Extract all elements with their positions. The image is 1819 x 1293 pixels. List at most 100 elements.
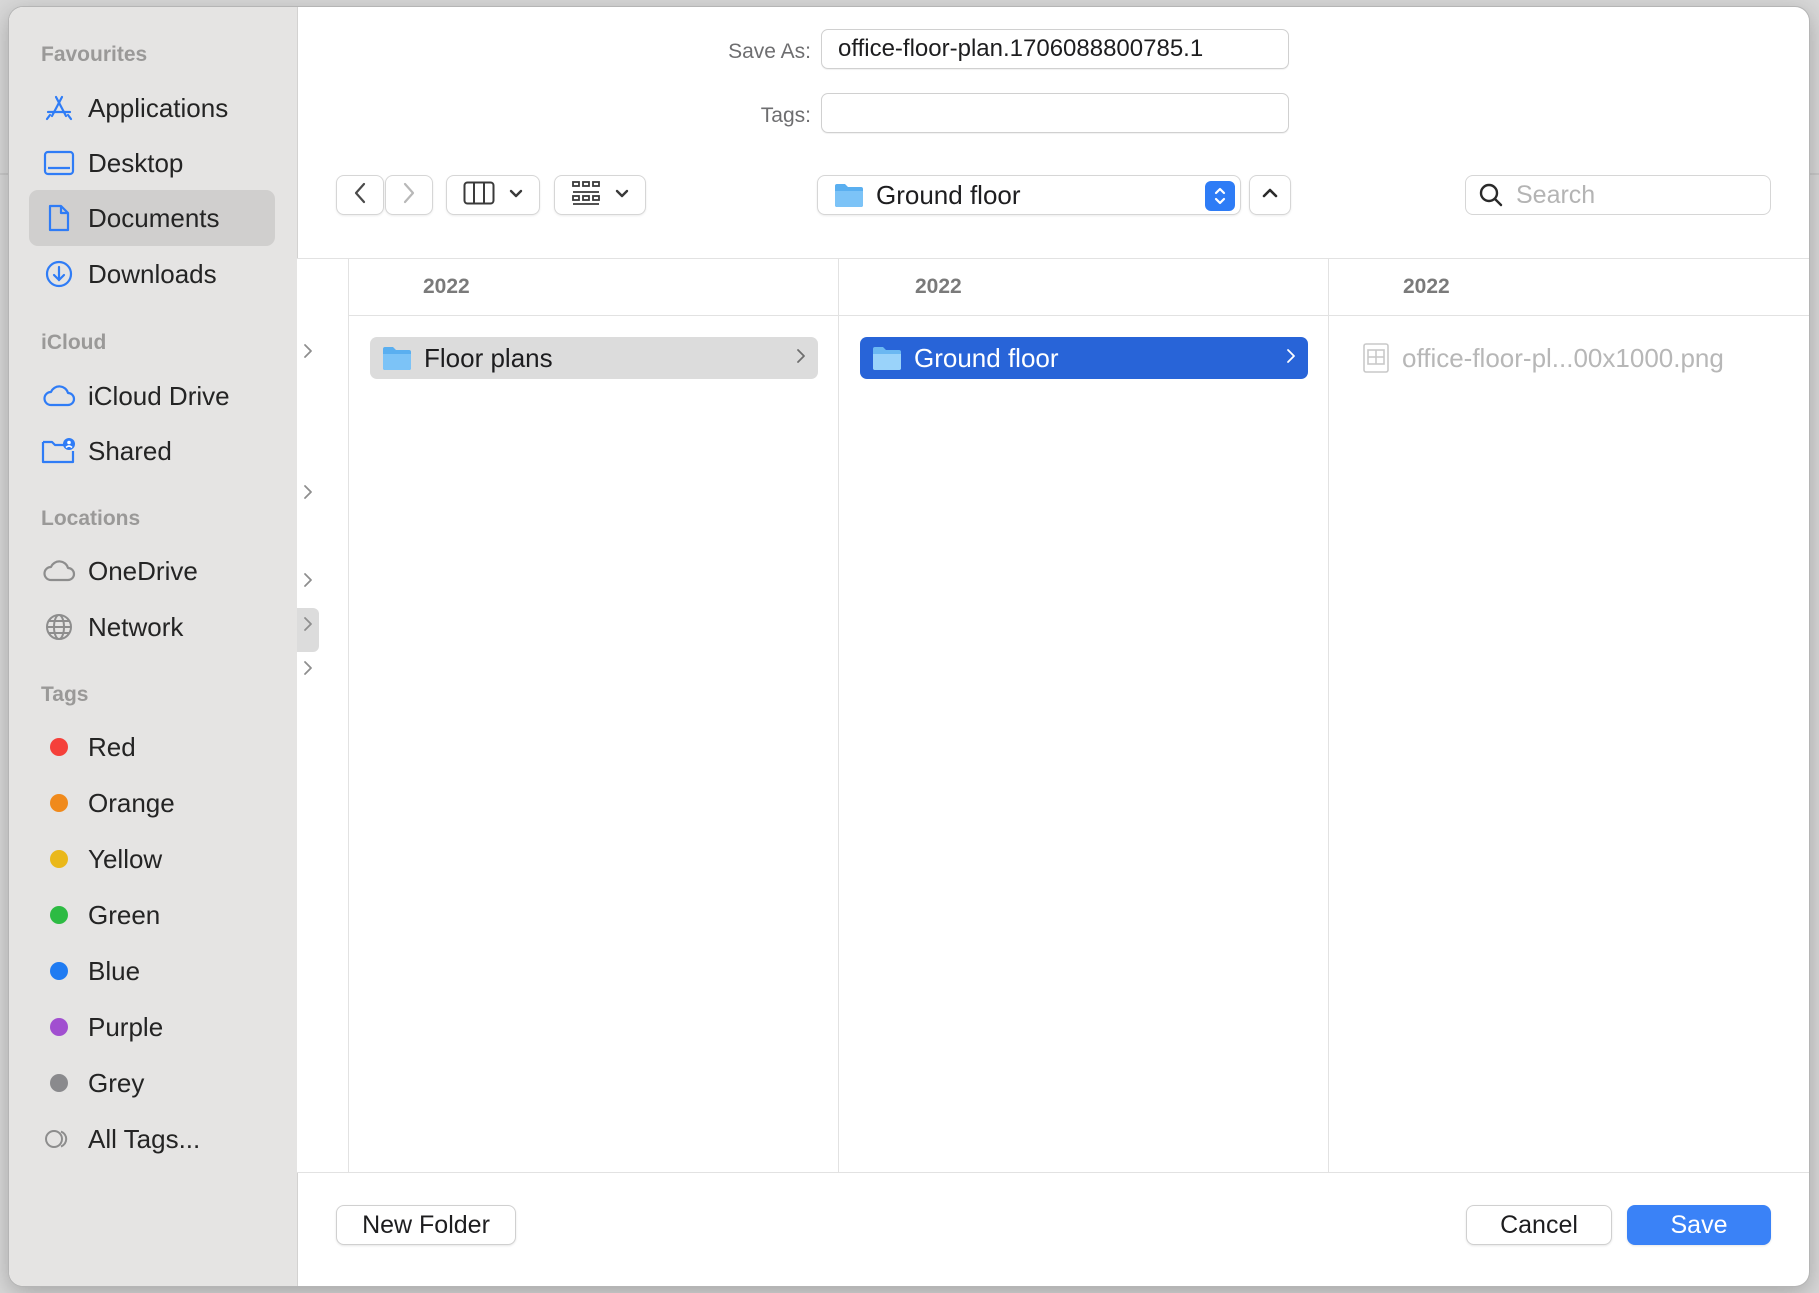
- column-divider: [1328, 259, 1329, 1172]
- search-icon: [1478, 182, 1504, 208]
- sidebar-item-label: Green: [88, 899, 161, 930]
- chevron-right-icon: [1286, 348, 1296, 369]
- applications-icon: [41, 90, 77, 126]
- sidebar-item-label: All Tags...: [88, 1123, 201, 1154]
- chevron-up-icon: [1262, 186, 1278, 204]
- tag-color-icon: [41, 897, 77, 933]
- file-name: office-floor-pl...00x1000.png: [1402, 342, 1724, 373]
- column-header-label: 2022: [1403, 275, 1450, 298]
- chevron-down-icon: [509, 186, 523, 204]
- column-divider: [838, 259, 839, 1172]
- sidebar: Favourites Applications Desktop Document…: [9, 7, 298, 1286]
- save-as-field[interactable]: office-floor-plan.1706088800785.1: [821, 29, 1289, 69]
- sidebar-item-shared[interactable]: Shared: [29, 423, 275, 479]
- chevron-right-icon: [303, 343, 313, 364]
- folder-icon: [834, 182, 864, 208]
- sidebar-tag-yellow[interactable]: Yellow: [29, 831, 275, 887]
- sidebar-tag-grey[interactable]: Grey: [29, 1055, 275, 1111]
- location-popup[interactable]: Ground floor: [817, 175, 1241, 215]
- chevron-down-icon: [615, 186, 629, 204]
- column-header-label: 2022: [915, 275, 962, 298]
- tags-label: Tags:: [760, 104, 811, 127]
- sidebar-item-downloads[interactable]: Downloads: [29, 246, 275, 302]
- column-header[interactable]: 2022: [1329, 259, 1809, 316]
- sidebar-tag-orange[interactable]: Orange: [29, 775, 275, 831]
- tag-color-icon: [41, 841, 77, 877]
- desktop-icon: [41, 145, 77, 181]
- sidebar-tag-green[interactable]: Green: [29, 887, 275, 943]
- cloud-icon: [41, 378, 77, 414]
- search-placeholder: Search: [1516, 180, 1596, 209]
- sidebar-item-label: Network: [88, 611, 184, 642]
- tag-color-icon: [41, 1065, 77, 1101]
- sidebar-item-label: Blue: [88, 955, 141, 986]
- view-mode-button[interactable]: [446, 175, 540, 215]
- sidebar-section-icloud: iCloud: [41, 331, 107, 354]
- folder-icon: [872, 345, 902, 371]
- columns-view-icon: [463, 181, 495, 210]
- tag-color-icon: [41, 729, 77, 765]
- folder-icon: [382, 345, 412, 371]
- sidebar-tag-purple[interactable]: Purple: [29, 999, 275, 1055]
- chevron-right-icon: [303, 572, 313, 593]
- chevron-left-icon: [353, 182, 367, 209]
- sidebar-item-label: iCloud Drive: [88, 380, 230, 411]
- folder-name: Ground floor: [914, 342, 1059, 373]
- column-header[interactable]: 2022: [349, 259, 838, 316]
- folder-row-ground-floor[interactable]: Ground floor: [860, 337, 1308, 379]
- all-tags-icon: [41, 1121, 77, 1157]
- chevron-right-icon: [303, 616, 313, 637]
- sidebar-item-label: Desktop: [88, 147, 184, 178]
- sidebar-section-favourites: Favourites: [41, 43, 148, 66]
- collapse-button[interactable]: [1249, 175, 1291, 215]
- sidebar-item-network[interactable]: Network: [29, 599, 275, 655]
- chevron-right-icon: [796, 348, 806, 369]
- tag-color-icon: [41, 1009, 77, 1045]
- sidebar-item-label: Applications: [88, 92, 229, 123]
- folder-row-floor-plans[interactable]: Floor plans: [370, 337, 818, 379]
- sidebar-item-label: Downloads: [88, 258, 217, 289]
- chevron-right-icon: [303, 660, 313, 681]
- download-icon: [41, 256, 77, 292]
- globe-icon: [41, 609, 77, 645]
- sidebar-section-tags: Tags: [41, 683, 89, 706]
- save-button[interactable]: Save: [1627, 1205, 1771, 1245]
- sidebar-item-onedrive[interactable]: OneDrive: [29, 543, 275, 599]
- sidebar-item-label: Red: [88, 731, 136, 762]
- save-dialog: Favourites Applications Desktop Document…: [9, 7, 1809, 1286]
- forward-button[interactable]: [385, 175, 433, 215]
- chevron-right-icon: [303, 484, 313, 505]
- document-icon: [41, 200, 77, 236]
- sidebar-tag-red[interactable]: Red: [29, 719, 275, 775]
- grid-icon: [571, 180, 601, 211]
- sidebar-item-label: Documents: [88, 202, 220, 233]
- sidebar-item-label: Grey: [88, 1067, 145, 1098]
- sidebar-item-all-tags[interactable]: All Tags...: [29, 1111, 275, 1167]
- sidebar-section-locations: Locations: [41, 507, 141, 530]
- sidebar-item-documents[interactable]: Documents: [29, 190, 275, 246]
- column-divider: [348, 259, 349, 1172]
- column-header[interactable]: 2022: [839, 259, 1328, 316]
- sidebar-item-desktop[interactable]: Desktop: [29, 135, 275, 191]
- sidebar-item-label: OneDrive: [88, 555, 198, 586]
- back-button[interactable]: [336, 175, 384, 215]
- sidebar-item-applications[interactable]: Applications: [29, 80, 275, 136]
- cancel-button[interactable]: Cancel: [1466, 1205, 1612, 1245]
- folder-name: Floor plans: [424, 342, 553, 373]
- tags-field[interactable]: [821, 93, 1289, 133]
- location-label: Ground floor: [876, 179, 1021, 210]
- chevron-right-icon: [402, 182, 416, 209]
- tag-color-icon: [41, 785, 77, 821]
- save-as-label: Save As:: [728, 40, 811, 63]
- shared-folder-icon: [41, 433, 77, 469]
- sidebar-item-label: Yellow: [88, 843, 163, 874]
- sidebar-item-icloud-drive[interactable]: iCloud Drive: [29, 368, 275, 424]
- new-folder-button[interactable]: New Folder: [336, 1205, 516, 1245]
- column-browser: 2022 Floor plans 2022 Ground floor 2022 …: [297, 258, 1809, 1173]
- search-field[interactable]: Search: [1465, 175, 1771, 215]
- sidebar-item-label: Orange: [88, 787, 175, 818]
- sidebar-tag-blue[interactable]: Blue: [29, 943, 275, 999]
- group-by-button[interactable]: [554, 175, 646, 215]
- tag-color-icon: [41, 953, 77, 989]
- cloud-icon: [41, 553, 77, 589]
